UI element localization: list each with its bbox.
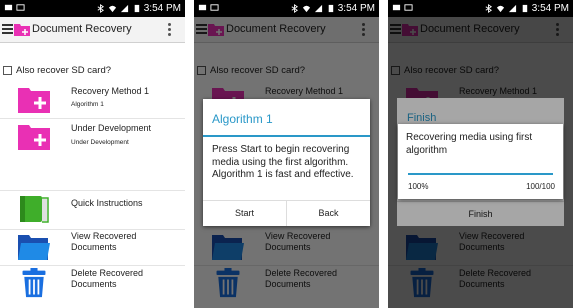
bluetooth-icon (291, 4, 298, 13)
wifi-icon (302, 5, 310, 13)
folder-icon (18, 235, 50, 260)
bluetooth-icon (97, 4, 104, 13)
list-item-view-recovered[interactable]: View Recovered Documents (0, 229, 185, 265)
progress-bar (408, 173, 553, 175)
battery-icon (328, 4, 333, 13)
sd-card-checkbox[interactable] (3, 65, 12, 75)
notification-icon (392, 4, 401, 11)
battery-icon (134, 4, 139, 13)
battery-icon (522, 4, 527, 13)
book-icon (20, 196, 49, 223)
screen-algorithm-dialog: 3:54 PM Document Recovery Also recover S… (194, 0, 379, 308)
notification-icon (16, 4, 25, 11)
screen-main: 3:54 PM Document Recovery Also recover S… (0, 0, 185, 308)
dialog-button-bar: Start Back (203, 200, 370, 226)
wifi-icon (108, 5, 116, 13)
list-item-recovery-method-1[interactable]: Recovery Method 1 Algorithm 1 (0, 82, 185, 118)
folder-plus-icon (18, 125, 50, 150)
status-time: 3:54 PM (143, 3, 181, 14)
trash-icon (22, 268, 46, 298)
status-time: 3:54 PM (337, 3, 375, 14)
notification-icon (4, 4, 13, 11)
folder-plus-icon (18, 88, 50, 113)
app-bar: Document Recovery (0, 17, 185, 43)
list-item-quick-instructions[interactable]: Quick Instructions (0, 191, 185, 228)
dialog-title: Algorithm 1 (212, 112, 273, 126)
progress-message: Recovering media using first algorithm (406, 132, 533, 156)
start-button[interactable]: Start (203, 201, 286, 226)
dialog-title-divider (203, 135, 370, 137)
wifi-icon (496, 5, 504, 13)
notification-icon (210, 4, 219, 11)
progress-dialog: Recovering media using first algorithm 1… (398, 124, 563, 199)
item-subtitle: Under Development (71, 139, 129, 146)
item-title: Recovery Method 1 (71, 86, 150, 96)
menu-icon[interactable] (2, 24, 13, 34)
screen-progress-dialog: 3:54 PM Document Recovery Also recover S… (388, 0, 573, 308)
item-title: Delete Recovered Documents (71, 268, 144, 289)
signal-icon (120, 4, 128, 13)
status-bar: 3:54 PM (388, 0, 573, 17)
item-title: Under Development (71, 123, 152, 133)
bluetooth-icon (485, 4, 492, 13)
notification-icon (198, 4, 207, 11)
item-title: View Recovered Documents (71, 231, 137, 252)
signal-icon (508, 4, 516, 13)
signal-icon (314, 4, 322, 13)
list-item-under-development[interactable]: Under Development Under Development (0, 119, 185, 157)
progress-percent: 100% (408, 182, 429, 191)
app-logo-icon (14, 24, 30, 36)
app-title: Document Recovery (32, 23, 132, 35)
dialog-message: Press Start to begin recovering media us… (212, 144, 354, 180)
status-bar: 3:54 PM (0, 0, 185, 17)
overflow-menu-icon[interactable] (168, 23, 171, 36)
status-time: 3:54 PM (531, 3, 569, 14)
status-bar: 3:54 PM (194, 0, 379, 17)
algorithm-dialog: Algorithm 1 Press Start to begin recover… (203, 99, 370, 226)
sd-card-option[interactable]: Also recover SD card? (3, 64, 111, 76)
item-title: Quick Instructions (71, 198, 143, 208)
sd-card-label: Also recover SD card? (16, 64, 112, 76)
notification-icon (404, 4, 413, 11)
progress-count: 100/100 (526, 182, 555, 191)
item-subtitle: Algorithm 1 (71, 101, 104, 108)
list-item-delete-recovered[interactable]: Delete Recovered Documents (0, 266, 185, 306)
back-button[interactable]: Back (286, 201, 370, 226)
